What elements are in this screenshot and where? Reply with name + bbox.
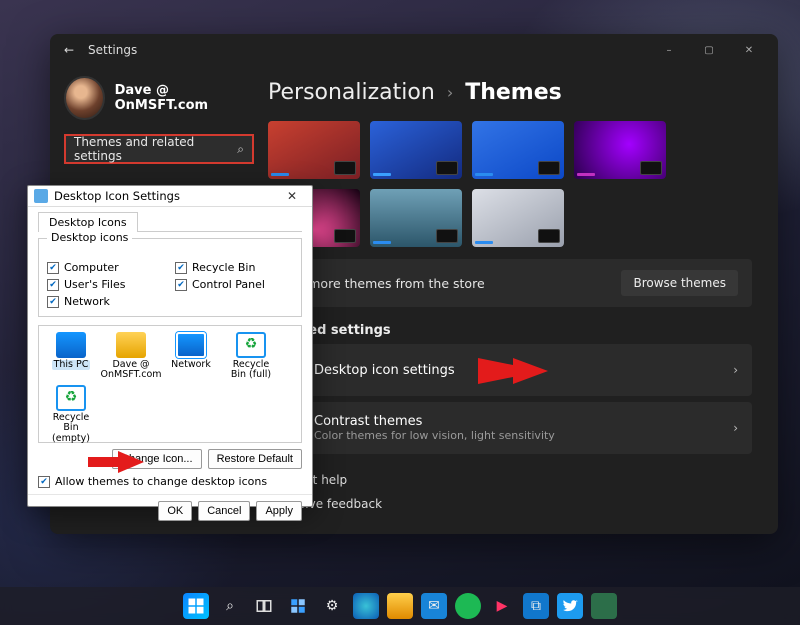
user-row[interactable]: Dave @ OnMSFT.com — [64, 76, 254, 120]
ok-button[interactable]: OK — [158, 501, 192, 521]
twitter-icon[interactable] — [557, 593, 583, 619]
file-explorer-icon[interactable] — [387, 593, 413, 619]
mail-icon[interactable]: ✉ — [421, 593, 447, 619]
window-controls: – ▢ ✕ — [650, 36, 768, 64]
checkbox-icon — [47, 296, 59, 308]
checkbox-icon — [47, 279, 59, 291]
chevron-right-icon: › — [447, 83, 453, 102]
chevron-right-icon: › — [733, 363, 738, 377]
user-display-name: Dave @ OnMSFT.com — [115, 83, 254, 113]
maximize-button[interactable]: ▢ — [690, 36, 728, 64]
checkbox-icon — [175, 262, 187, 274]
dialog-tabstrip: Desktop Icons — [38, 211, 302, 232]
minimize-button[interactable]: – — [650, 36, 688, 64]
check-network[interactable]: Network — [47, 295, 165, 308]
taskbar: ⌕ ⚙ ✉ ▶ ⧉ — [0, 587, 800, 625]
browse-themes-button[interactable]: Browse themes — [621, 270, 738, 296]
check-control-panel[interactable]: Control Panel — [175, 278, 293, 291]
store-row: Get more themes from the store Browse th… — [268, 259, 752, 307]
setting-title: Contrast themes — [314, 414, 721, 429]
app-icon[interactable] — [591, 593, 617, 619]
back-button[interactable]: ← — [60, 43, 78, 57]
icon-user-folder[interactable]: Dave @ OnMSFT.com — [105, 332, 157, 381]
check-users-files[interactable]: User's Files — [47, 278, 165, 291]
tab-desktop-icons[interactable]: Desktop Icons — [38, 212, 138, 232]
related-settings-heading: Related settings — [270, 323, 752, 338]
dialog-titlebar: Desktop Icon Settings ✕ — [28, 186, 312, 207]
restore-default-button[interactable]: Restore Default — [208, 449, 302, 469]
task-view-icon[interactable] — [251, 593, 277, 619]
theme-tile[interactable] — [268, 121, 360, 179]
media-player-icon[interactable]: ▶ — [489, 593, 515, 619]
check-computer[interactable]: Computer — [47, 261, 165, 274]
apply-button[interactable]: Apply — [256, 501, 302, 521]
desktop-icons-group: Desktop icons Computer Recycle Bin User'… — [38, 238, 302, 317]
store-icon[interactable]: ⧉ — [523, 593, 549, 619]
theme-tile[interactable] — [574, 121, 666, 179]
themes-grid — [268, 121, 752, 247]
setting-subtitle: Color themes for low vision, light sensi… — [314, 429, 721, 442]
icon-this-pc[interactable]: This PC — [45, 332, 97, 381]
checkbox-icon: ✔ — [38, 476, 50, 488]
theme-tile[interactable] — [472, 189, 564, 247]
group-legend: Desktop icons — [47, 231, 132, 244]
dialog-close-button[interactable]: ✕ — [278, 186, 306, 206]
chevron-right-icon: › — [733, 421, 738, 435]
theme-tile[interactable] — [370, 189, 462, 247]
cancel-button[interactable]: Cancel — [198, 501, 250, 521]
dialog-system-icon — [34, 189, 48, 203]
search-text: Themes and related settings — [74, 135, 237, 163]
spotify-icon[interactable] — [455, 593, 481, 619]
theme-tile[interactable] — [472, 121, 564, 179]
change-icon-button[interactable]: Change Icon... — [112, 449, 202, 469]
widgets-icon[interactable] — [285, 593, 311, 619]
breadcrumb-parent[interactable]: Personalization — [268, 80, 435, 105]
settings-taskbar-icon[interactable]: ⚙ — [319, 593, 345, 619]
theme-tile[interactable] — [370, 121, 462, 179]
icon-recycle-bin-empty[interactable]: Recycle Bin (empty) — [45, 385, 97, 444]
dialog-footer: OK Cancel Apply — [28, 494, 312, 527]
settings-search-input[interactable]: Themes and related settings ⌕ — [64, 134, 254, 164]
settings-app-title: Settings — [88, 43, 137, 57]
taskbar-search-icon[interactable]: ⌕ — [217, 593, 243, 619]
desktop-icon-settings-dialog: Desktop Icon Settings ✕ Desktop Icons De… — [27, 185, 313, 507]
icon-recycle-bin-full[interactable]: Recycle Bin (full) — [225, 332, 277, 381]
contrast-themes-row[interactable]: Contrast themes Color themes for low vis… — [268, 402, 752, 454]
close-button[interactable]: ✕ — [730, 36, 768, 64]
start-button[interactable] — [183, 593, 209, 619]
settings-titlebar: ← Settings – ▢ ✕ — [50, 34, 778, 66]
breadcrumb-current: Themes — [465, 80, 562, 105]
edge-icon[interactable] — [353, 593, 379, 619]
allow-themes-checkbox[interactable]: ✔ Allow themes to change desktop icons — [38, 475, 302, 488]
checkbox-icon — [175, 279, 187, 291]
icon-preview-well: This PC Dave @ OnMSFT.com Network Recycl… — [38, 325, 302, 443]
dialog-title: Desktop Icon Settings — [54, 189, 278, 203]
breadcrumb: Personalization › Themes — [268, 80, 752, 105]
desktop-icon-settings-row[interactable]: Desktop icon settings › — [268, 344, 752, 396]
setting-title: Desktop icon settings — [314, 363, 721, 378]
check-recycle-bin[interactable]: Recycle Bin — [175, 261, 293, 274]
icon-network[interactable]: Network — [165, 332, 217, 381]
give-feedback-link[interactable]: ✎ Give feedback — [268, 492, 752, 516]
get-help-link[interactable]: ❔ Get help — [268, 468, 752, 492]
avatar — [64, 76, 105, 120]
checkbox-icon — [47, 262, 59, 274]
search-icon: ⌕ — [237, 142, 244, 157]
settings-content: Personalization › Themes Get more themes… — [268, 66, 778, 534]
